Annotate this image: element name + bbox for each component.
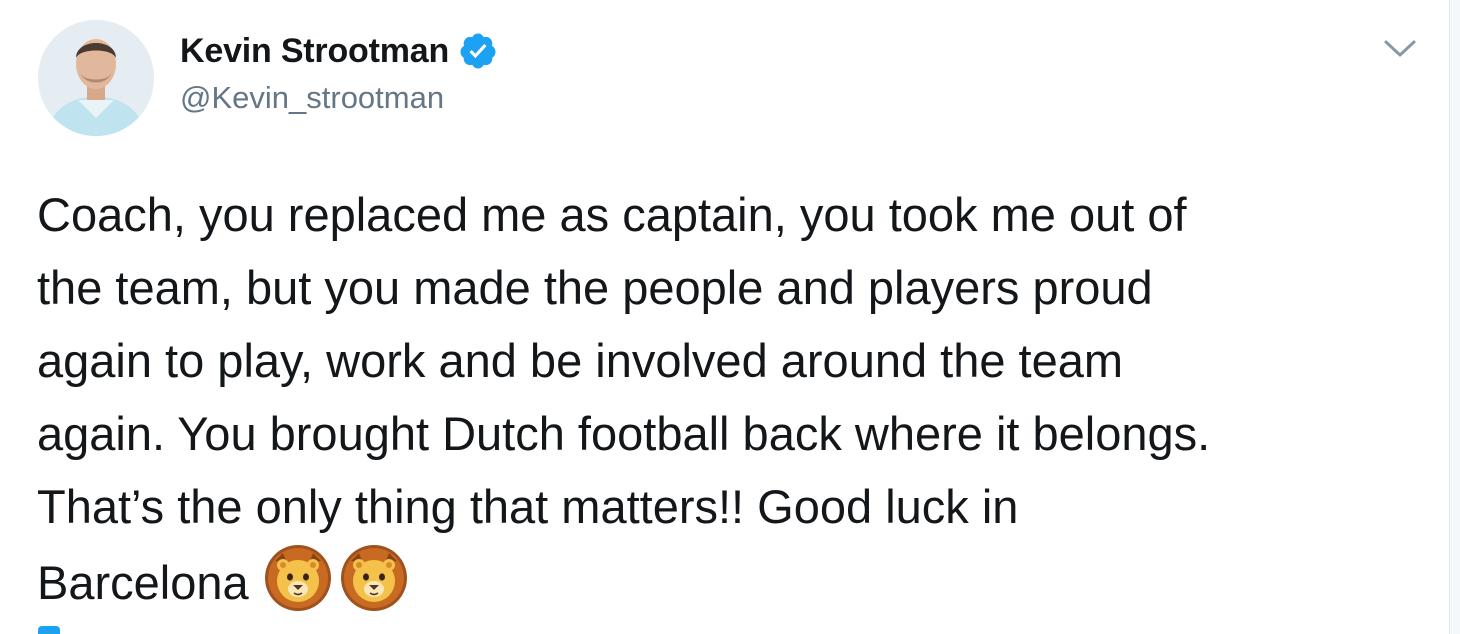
- tweet-text-line: the team, but you made the people and pl…: [37, 261, 1153, 314]
- tweet-text: Coach, you replaced me as captain, you t…: [37, 178, 1437, 619]
- lion-face-icon: [263, 543, 333, 613]
- tweet-text-line: again. You brought Dutch football back w…: [37, 407, 1211, 460]
- tweet-text-last-line: Barcelona: [37, 543, 1437, 619]
- tweet-card: Kevin Strootman @Kevin_strootman Coach, …: [0, 0, 1460, 634]
- tweet-text-line: That’s the only thing that matters!! Goo…: [37, 480, 1019, 533]
- tweet-text-line: again to play, work and be involved arou…: [37, 334, 1124, 387]
- author-display-name[interactable]: Kevin Strootman: [180, 32, 449, 71]
- chevron-down-icon[interactable]: [1378, 32, 1422, 66]
- profile-avatar[interactable]: [38, 20, 154, 136]
- lion-face-icon: [339, 543, 409, 613]
- tweet-text-line: Coach, you replaced me as captain, you t…: [37, 188, 1187, 241]
- tweet-text-line: Barcelona: [37, 556, 249, 609]
- author-row[interactable]: Kevin Strootman: [180, 31, 498, 71]
- cropped-accent-mark: [38, 626, 60, 634]
- author-handle[interactable]: @Kevin_strootman: [180, 80, 444, 116]
- page-edge-divider: [1449, 0, 1460, 634]
- verified-badge-icon: [458, 31, 498, 71]
